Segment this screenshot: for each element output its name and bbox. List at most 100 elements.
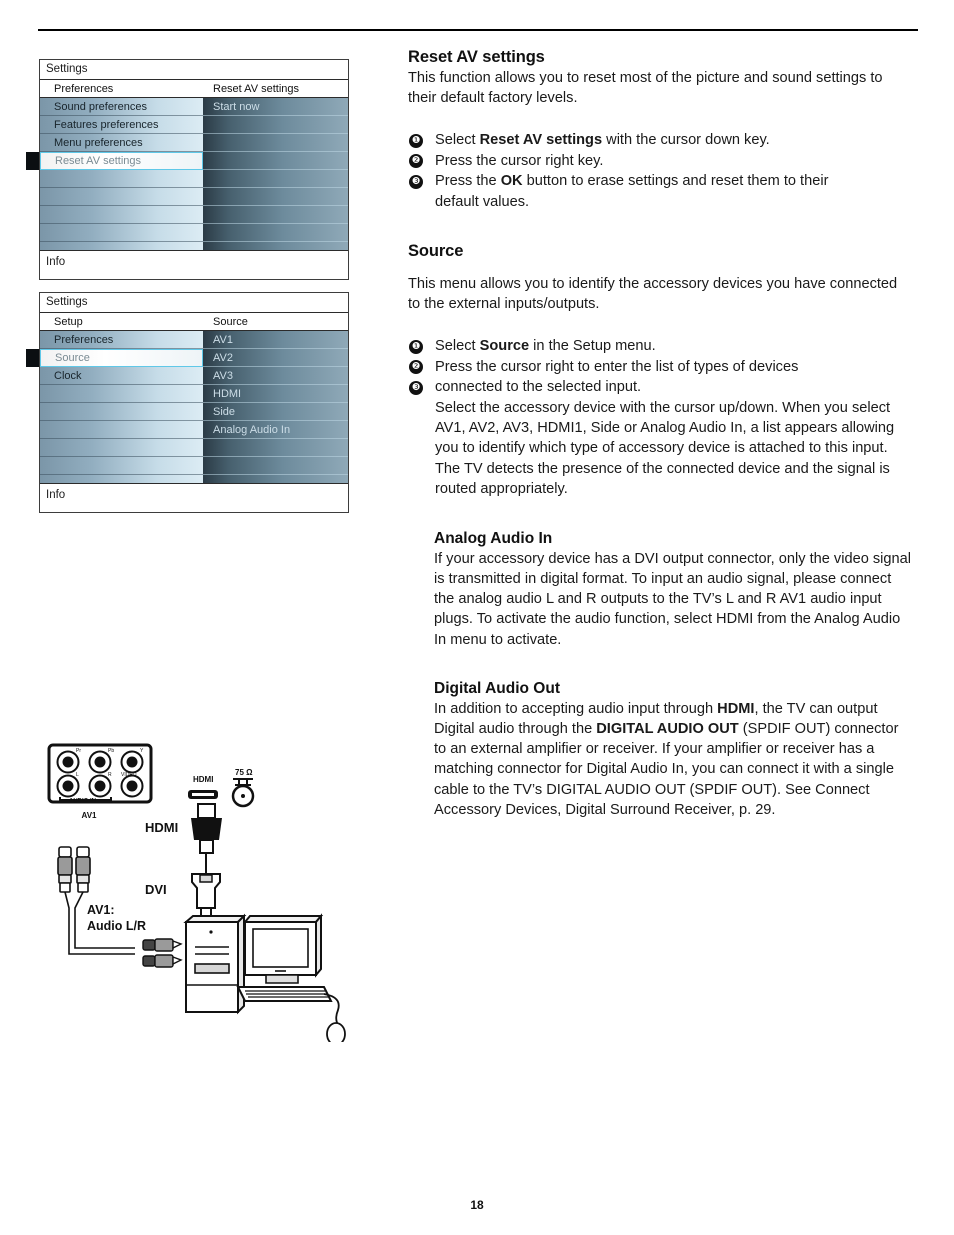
keyboard-icon: [236, 986, 333, 1002]
page-top-rule: [38, 29, 918, 31]
jack-r: [88, 774, 112, 798]
menu-option-empty: [203, 170, 348, 188]
reset-av-settings-menu: Settings Preferences Sound preferences F…: [26, 59, 349, 280]
source-menu: Settings Setup Preferences Source Clock …: [26, 292, 349, 513]
menu-option-empty: [203, 116, 348, 134]
menu-body: Setup Preferences Source Clock Source AV…: [26, 313, 348, 483]
source-option-hdmi[interactable]: HDMI: [203, 385, 348, 403]
dvi-label: DVI: [145, 882, 167, 897]
jack-video: [120, 774, 144, 798]
paragraph-reset-av-intro: This function allows you to reset most o…: [408, 70, 883, 107]
step-number-icon: ❷: [409, 154, 423, 169]
menu-item-empty: [40, 439, 203, 457]
source-option-av1[interactable]: AV1: [203, 331, 348, 349]
hdmi-plug-neck: [199, 839, 214, 854]
source-option-empty: [203, 439, 348, 457]
dvi-connector-head: [199, 874, 213, 883]
step-text: connected to the selected input.: [435, 379, 642, 396]
article-column: Reset AV settings This function allows y…: [408, 48, 913, 820]
hdmi-plug-body: [191, 818, 222, 840]
hdmi-cable-label: HDMI: [145, 820, 178, 835]
heading-analog-audio-in: Analog Audio In: [434, 529, 553, 547]
menu-info-bar: Info: [40, 250, 348, 279]
menu-left-column: Setup Preferences Source Clock: [26, 313, 203, 483]
step-item: ❷ Press the cursor right to enter the lis…: [408, 357, 913, 377]
step-continuation-text: default values.: [435, 193, 530, 210]
left-column-header: Setup: [40, 313, 203, 331]
step-item: ❸ connected to the selected input.: [408, 377, 913, 397]
menu-item-empty: [40, 385, 203, 403]
menu-item-empty: [40, 170, 203, 188]
menu-item-empty: [40, 421, 203, 439]
menu-item-source[interactable]: Source: [26, 349, 203, 367]
pc-tower-icon: [183, 913, 247, 1015]
menu-right-column: Reset AV settings Start now: [203, 80, 348, 250]
source-continuation-text: Select the accessory device with the cur…: [435, 399, 895, 498]
jack-pr: [56, 750, 80, 774]
menu-left-column: Preferences Sound preferences Features p…: [26, 80, 203, 250]
menu-option-empty: [203, 134, 348, 152]
jack-label-r: R: [108, 772, 112, 778]
diagram-svg: Pr Pb Y L R VIDEO AUDIO IN AV1 HDMI 75 Ω…: [47, 743, 346, 1046]
step-number-icon: ❸: [409, 174, 423, 189]
step-number-icon: ❷: [409, 360, 423, 375]
menu-item-preferences[interactable]: Preferences: [40, 331, 203, 349]
rca-plug-right: [75, 846, 91, 893]
step-item: ❷ Press the cursor right key.: [408, 151, 913, 171]
steps-reset-av: ❶ Select Reset AV settings with the curso…: [408, 130, 913, 191]
step-item: ❸ Press the OK button to erase settings a…: [408, 171, 913, 191]
analog-audio-in-block: Analog Audio In If your accessory device…: [434, 530, 913, 650]
rca-plug-left: [57, 846, 73, 893]
menu-item-features-preferences[interactable]: Features preferences: [40, 116, 203, 134]
menu-item-menu-preferences[interactable]: Menu preferences: [40, 134, 203, 152]
step-text: Press the cursor right to enter the list…: [435, 358, 799, 375]
hdmi-port-label: HDMI: [193, 775, 213, 784]
right-column-header: Source: [203, 313, 348, 331]
menu-right-column: Source AV1 AV2 AV3 HDMI Side Analog Audi…: [203, 313, 348, 483]
menu-info-bar: Info: [40, 483, 348, 512]
dvi-to-hdmi-connection-diagram: Pr Pb Y L R VIDEO AUDIO IN AV1 HDMI 75 Ω…: [45, 742, 365, 1046]
antenna-ohm-label: 75 Ω: [235, 768, 253, 777]
heading-reset-av-settings: Reset AV settings: [408, 48, 545, 66]
menu-title: Settings: [40, 60, 348, 80]
menu-option-empty: [203, 152, 348, 170]
source-option-av2[interactable]: AV2: [203, 349, 348, 367]
jack-y: [120, 750, 144, 774]
paragraph-source-intro: This menu allows you to identify the acc…: [408, 276, 898, 313]
jack-label-pr: Pr: [76, 748, 81, 754]
paragraph-digital-audio-out: In addition to accepting audio input thr…: [434, 700, 899, 818]
jack-pb: [88, 750, 112, 774]
menu-option-start-now[interactable]: Start now: [203, 98, 348, 116]
rca-label-line1: AV1:: [87, 903, 115, 917]
menu-item-empty: [40, 188, 203, 206]
menu-item-sound-preferences[interactable]: Sound preferences: [40, 98, 203, 116]
menu-option-empty: [203, 206, 348, 224]
jack-label-video: VIDEO: [121, 772, 137, 778]
monitor-icon: [242, 913, 324, 984]
step-text: Press the OK button to erase settings an…: [435, 173, 829, 190]
audio-in-label: AUDIO IN: [69, 799, 96, 805]
menu-title: Settings: [40, 293, 348, 313]
menu-option-empty: [203, 188, 348, 206]
source-option-analog-audio-in[interactable]: Analog Audio In: [203, 421, 348, 439]
rca-far-plug-top: [142, 938, 183, 952]
step-item: ❶ Select Reset AV settings with the curso…: [408, 130, 913, 150]
antenna-symbol-icon: [233, 778, 253, 786]
menu-body: Preferences Sound preferences Features p…: [26, 80, 348, 250]
step-text: Press the cursor right key.: [435, 152, 604, 169]
step-number-icon: ❶: [409, 339, 423, 354]
step-item: ❶ Select Source in the Setup menu.: [408, 336, 913, 356]
right-column-header: Reset AV settings: [203, 80, 348, 98]
menu-item-empty: [40, 224, 203, 242]
source-option-av3[interactable]: AV3: [203, 367, 348, 385]
heading-digital-audio-out: Digital Audio Out: [434, 679, 560, 697]
menu-item-empty: [40, 403, 203, 421]
menu-item-reset-av-settings[interactable]: Reset AV settings: [26, 152, 203, 170]
paragraph-analog-audio-in: If your accessory device has a DVI outpu…: [434, 550, 911, 648]
menu-item-empty: [40, 206, 203, 224]
av1-panel-label: AV1: [82, 811, 98, 820]
menu-item-clock[interactable]: Clock: [40, 367, 203, 385]
source-option-side[interactable]: Side: [203, 403, 348, 421]
page-number: 18: [470, 1198, 484, 1212]
left-column-header: Preferences: [40, 80, 203, 98]
